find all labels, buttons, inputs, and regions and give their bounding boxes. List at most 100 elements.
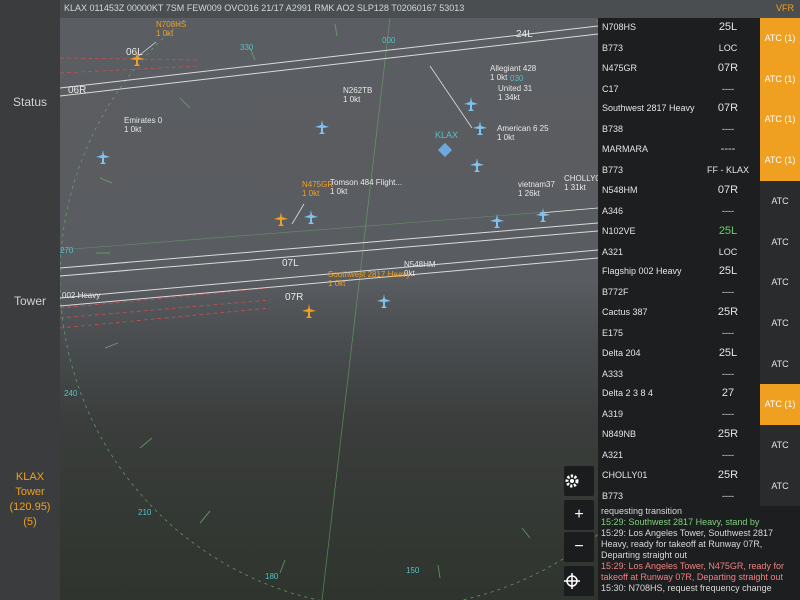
airplane-icon[interactable] (302, 304, 316, 318)
flight-strip[interactable]: Southwest 2817 Heavy 07R B738 ---- ATC (1) (598, 99, 800, 143)
settings-button[interactable] (564, 466, 594, 496)
log-message: requesting transition (601, 506, 683, 516)
atc-button[interactable]: ATC (760, 465, 800, 507)
strip-status: ---- (722, 368, 734, 379)
strip-status: LOC (718, 246, 738, 257)
status-tab[interactable]: Status (0, 95, 60, 109)
flight-strip[interactable]: Delta 2 3 8 4 27 A319 ---- ATC (1) (598, 384, 800, 428)
airplane-icon[interactable] (304, 210, 318, 224)
flight-strip[interactable]: N548HM 07R A346 ---- ATC (598, 180, 800, 224)
gear-icon (565, 474, 579, 488)
aircraft-label[interactable]: Southwest 2817 Heavy 1 0kt (328, 270, 410, 288)
aircraft-label[interactable]: United 31 1 34kt (498, 84, 532, 102)
strip-callsign: MARMARA (602, 144, 649, 155)
aircraft-label[interactable]: vietnam37 1 26kt (518, 180, 555, 198)
strip-status: ---- (722, 83, 734, 94)
strip-aircraft-type: A321 (602, 450, 624, 460)
strip-callsign: Delta 204 (602, 347, 641, 358)
airplane-icon[interactable] (536, 208, 550, 222)
strip-runway: 25R (717, 428, 739, 440)
flight-strip[interactable]: Delta 204 25L A333 ---- ATC (598, 343, 800, 387)
strip-aircraft-type: A333 (602, 368, 624, 379)
atc-button[interactable]: ATC (760, 262, 800, 304)
strip-runway: 25R (717, 305, 739, 318)
atc-button[interactable]: ATC (1) (760, 18, 800, 59)
aircraft-label[interactable]: N262TB 1 0kt (343, 86, 372, 104)
strip-runway: 07R (717, 183, 739, 196)
strip-callsign: Flagship 002 Heavy (602, 266, 682, 277)
strip-status: ---- (722, 287, 734, 298)
atc-button[interactable]: ATC (760, 302, 800, 344)
airplane-icon[interactable] (130, 52, 144, 66)
strip-status: LOC (718, 43, 738, 53)
flight-strip[interactable]: MARMARA ---- B773 FF - KLAX ATC (1) (598, 140, 800, 184)
flight-strip[interactable]: N849NB 25R A321 ---- ATC (598, 425, 800, 468)
atc-button[interactable]: ATC (1) (760, 99, 800, 141)
airport-label: KLAX (435, 130, 459, 140)
strip-status: ---- (722, 327, 734, 338)
aircraft-label[interactable]: 002 Heavy (62, 291, 100, 300)
runway-label: 07R (285, 292, 304, 303)
strip-aircraft-type: A321 (602, 246, 624, 257)
airplane-icon[interactable] (274, 212, 288, 226)
strip-runway: 07R (717, 102, 739, 115)
heading-label: 270 (60, 246, 74, 255)
strip-runway: 25L (718, 21, 738, 33)
log-message: 15:30: N708HS, request frequency change (601, 583, 772, 593)
metar-text: KLAX 011453Z 00000KT 7SM FEW009 OVC016 2… (64, 3, 465, 13)
atc-button[interactable]: ATC (1) (760, 384, 800, 426)
airplane-icon[interactable] (490, 214, 504, 228)
airplane-icon[interactable] (96, 150, 110, 164)
flight-strip[interactable]: N708HS 25L B773 LOC ATC (1) (598, 18, 800, 61)
facility-name: Tower (15, 486, 45, 498)
flight-strip[interactable]: Flagship 002 Heavy 25L B772F ---- ATC (598, 262, 800, 306)
log-message: 15:29: Los Angeles Tower, Southwest 2817… (601, 528, 773, 560)
strip-runway: ---- (720, 143, 736, 156)
aircraft-label[interactable]: N475GR 1 0kt (302, 180, 333, 198)
strip-runway: 07R (717, 61, 739, 74)
airplane-icon[interactable] (315, 120, 329, 134)
center-button[interactable] (564, 566, 594, 596)
strip-aircraft-type: B773 (602, 43, 624, 53)
strip-status: ---- (722, 205, 734, 216)
flight-strip[interactable]: CHOLLY01 25R B773 ---- ATC (598, 465, 800, 509)
strip-aircraft-type: A319 (602, 409, 624, 420)
approach-paths (60, 57, 271, 329)
radar-scope[interactable]: 330 000 030 270 240 210 180 150 06L 06R … (60, 18, 598, 600)
zoom-in-button[interactable]: + (564, 500, 594, 530)
aircraft-label[interactable]: N708HS 1 0kt (156, 20, 186, 38)
center-line-vertical (321, 18, 391, 600)
atc-button[interactable]: ATC (1) (760, 58, 800, 100)
crosshair-icon (564, 573, 580, 589)
flight-strip[interactable]: N475GR 07R C17 ---- ATC (1) (598, 58, 800, 102)
airplane-icon[interactable] (377, 294, 391, 308)
atc-button[interactable]: ATC (760, 343, 800, 385)
airplane-icon[interactable] (464, 97, 478, 111)
strip-aircraft-type: B738 (602, 124, 624, 135)
aircraft-label[interactable]: Emirates 01 0kt (124, 116, 162, 134)
strip-aircraft-type: B773 (602, 490, 624, 501)
runway-label: 07L (282, 258, 299, 269)
atc-button[interactable]: ATC (760, 221, 800, 263)
airplane-icon[interactable] (473, 121, 487, 135)
aircraft-label[interactable]: American 6 25 1 0kt (497, 124, 549, 142)
side-panel: Status Tower KLAX Tower (120.95) (5) (0, 0, 60, 600)
center-line-horizontal (60, 207, 598, 251)
atc-button[interactable]: ATC (760, 425, 800, 466)
aircraft-label[interactable]: CHOLLY011 31kt (564, 174, 598, 192)
aircraft-label[interactable]: Tomson 484 Flight... 1 0kt (330, 178, 402, 196)
atc-button[interactable]: ATC (1) (760, 140, 800, 182)
zoom-out-button[interactable]: − (564, 532, 594, 562)
flight-strip[interactable]: Cactus 387 25R E175 ---- ATC (598, 302, 800, 346)
strip-aircraft-type: A346 (602, 205, 624, 216)
atc-button[interactable]: ATC (760, 180, 800, 222)
runway-label: 06R (68, 85, 87, 96)
flight-strip[interactable]: N102VE 25L A321 LOC ATC (598, 221, 800, 265)
heading-label: 330 (240, 43, 254, 52)
flight-rules-badge: VFR (776, 3, 794, 13)
aircraft-label[interactable]: Allegiant 428 1 0kt (490, 64, 536, 82)
tower-tab[interactable]: Tower (0, 294, 60, 308)
airplane-icon[interactable] (470, 158, 484, 172)
frequency-panel[interactable]: KLAX Tower (120.95) (5) (0, 470, 60, 530)
strip-callsign: Delta 2 3 8 4 (602, 388, 654, 399)
